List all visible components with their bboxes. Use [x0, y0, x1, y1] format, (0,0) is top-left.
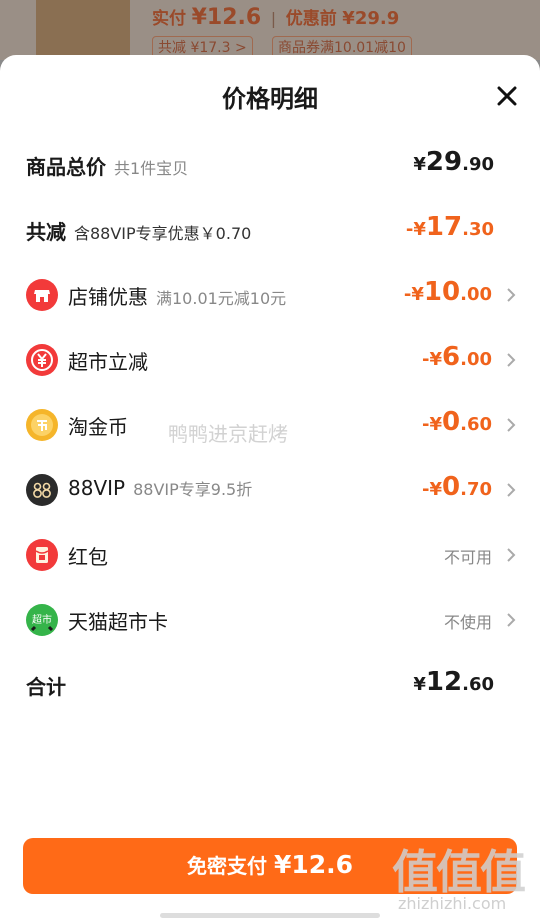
site-logo-watermark: 值值值 [392, 845, 526, 899]
vip-88-amount: -¥0.70 [422, 472, 492, 502]
supermarket-discount-amount: -¥6.00 [422, 342, 492, 372]
row-sublabel: 共1件宝贝 [114, 159, 189, 178]
original-price-amount: ¥29.9 [342, 8, 400, 29]
user-watermark: 鸭鸭进京赶烤 [168, 422, 288, 446]
supermarket-card-row[interactable]: 超市 天猫超市卡 不使用 [26, 600, 516, 640]
background-price-line: 实付 ¥12.6 | 优惠前 ¥29.9 [152, 4, 399, 30]
supermarket-card-icon: 超市 [26, 604, 58, 636]
product-thumbnail [36, 0, 130, 60]
shop-icon [26, 279, 58, 311]
taobao-coin-amount: -¥0.60 [422, 407, 492, 437]
row-sublabel: 含88VIP专享优惠￥0.70 [74, 224, 252, 243]
row-label: 合计 [26, 675, 66, 699]
pay-button-label: 免密支付 [186, 854, 267, 878]
chevron-right-icon [507, 418, 516, 432]
vip-88-icon [26, 474, 58, 506]
price-detail-sheet: 价格明细 商品总价 共1件宝贝 ¥29.90 共减 含88VIP专享优惠￥0.70 … [0, 55, 540, 920]
home-indicator [160, 913, 380, 918]
site-url-watermark: zhizhizhi.com [398, 894, 507, 913]
chevron-right-icon [507, 548, 516, 562]
paid-label: 实付 [152, 9, 186, 29]
chevron-right-icon [507, 288, 516, 302]
sheet-title: 价格明细 [222, 85, 318, 113]
chevron-right-icon [507, 613, 516, 627]
chevron-right-icon [507, 483, 516, 497]
coin-icon [26, 409, 58, 441]
row-label: 商品总价 共1件宝贝 [26, 155, 189, 179]
row-label: 88VIP 88VIP专享9.5折 [68, 476, 253, 500]
row-label: 超市立减 [68, 350, 148, 374]
row-label: 淘金币 [68, 415, 128, 439]
price-separator: | [270, 9, 277, 28]
total-price-row: 商品总价 共1件宝贝 ¥29.90 [26, 145, 516, 185]
yen-discount-icon [26, 344, 58, 376]
row-label: 天猫超市卡 [68, 610, 168, 634]
shop-discount-amount: -¥10.00 [403, 277, 492, 307]
red-packet-status: 不可用 [443, 548, 492, 567]
total-discount-row: 共减 含88VIP专享优惠￥0.70 -¥17.30 [26, 210, 516, 250]
row-label: 红包 [68, 545, 108, 569]
row-label: 店铺优惠 满10.01元减10元 [68, 285, 287, 309]
row-sublabel: 满10.01元减10元 [156, 289, 287, 308]
red-packet-row[interactable]: 红包 不可用 [26, 535, 516, 575]
paid-amount: ¥12.6 [191, 5, 262, 30]
total-price-amount: ¥29.90 [413, 147, 494, 177]
row-label: 共减 含88VIP专享优惠￥0.70 [26, 220, 252, 244]
shop-discount-row[interactable]: 店铺优惠 满10.01元减10元 -¥10.00 [26, 275, 516, 315]
grand-total-row: 合计 ¥12.60 [26, 665, 516, 705]
svg-text:超市: 超市 [32, 613, 52, 626]
supermarket-card-status: 不使用 [443, 613, 492, 632]
pay-button-amount: ¥12.6 [273, 850, 354, 879]
total-discount-amount: -¥17.30 [405, 212, 494, 242]
supermarket-discount-row[interactable]: 超市立减 -¥6.00 [26, 340, 516, 380]
row-sublabel: 88VIP专享9.5折 [133, 480, 253, 499]
red-packet-icon [26, 539, 58, 571]
original-price-label: 优惠前 [285, 9, 337, 29]
close-icon[interactable] [496, 85, 518, 107]
vip-88-row[interactable]: 88VIP 88VIP专享9.5折 -¥0.70 [26, 470, 516, 510]
grand-total-amount: ¥12.60 [413, 667, 494, 697]
chevron-right-icon [507, 353, 516, 367]
